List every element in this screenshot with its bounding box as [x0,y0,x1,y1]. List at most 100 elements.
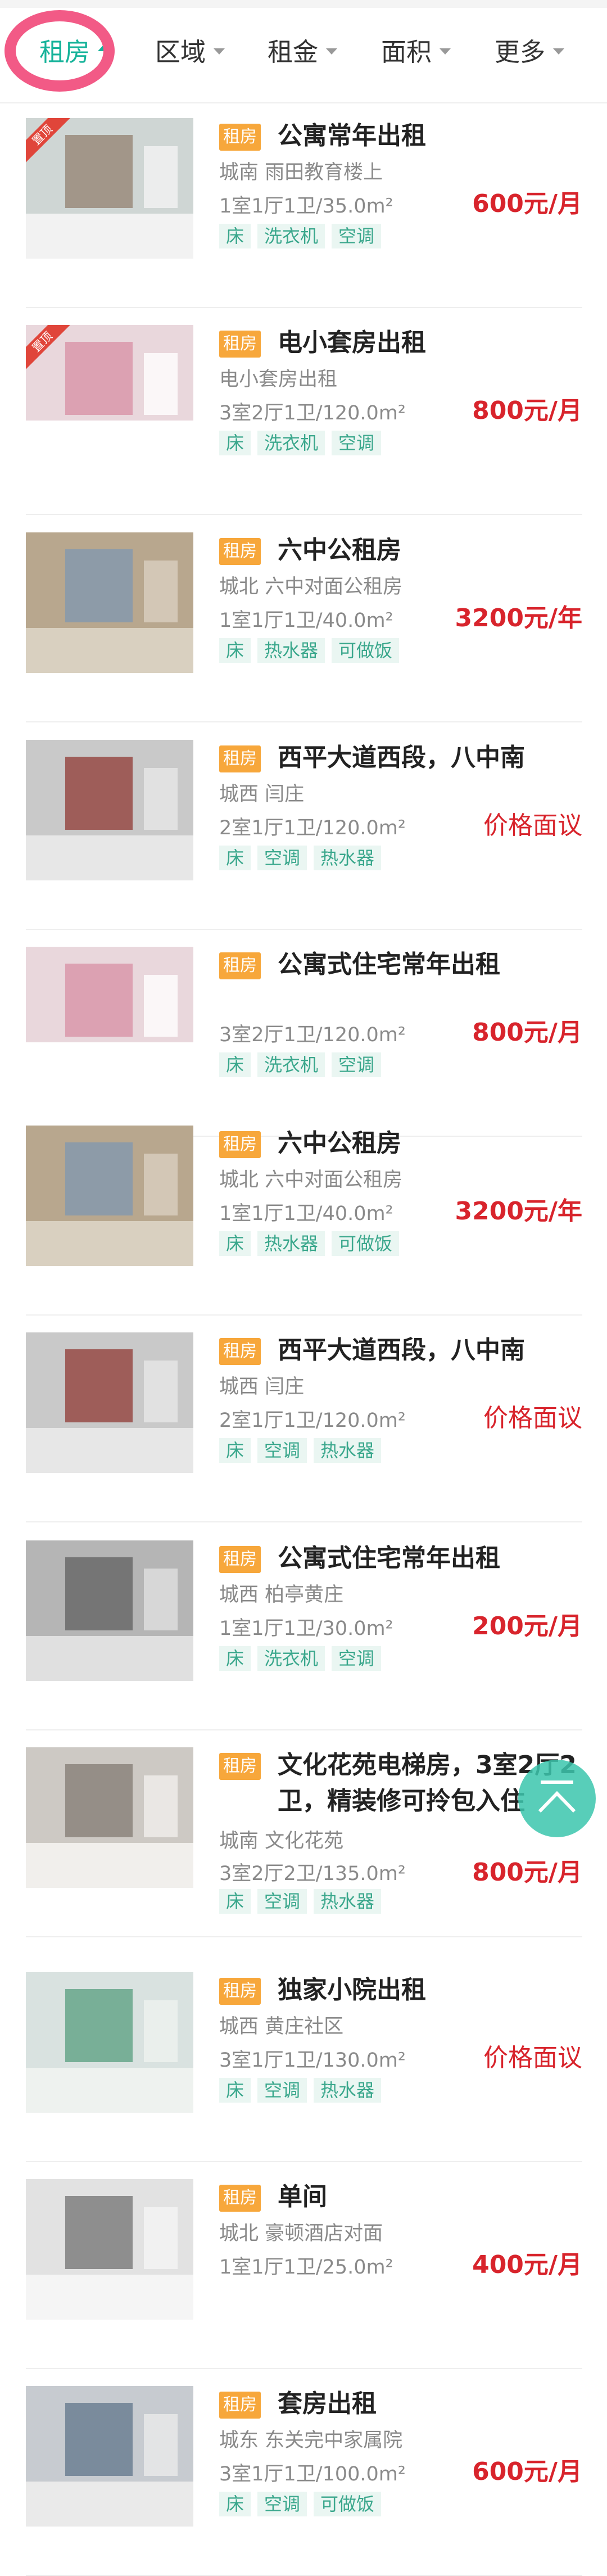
pinned-badge: 置顶 [26,325,76,376]
listing-spec: 1室1厅1卫/25.0m² [219,2256,393,2279]
listing-spec: 3室2厅1卫/120.0m² [219,402,406,424]
filter-price[interactable]: 租金 [268,33,338,67]
room-photo [26,532,193,673]
divider [26,1936,582,1937]
listing-photo[interactable] [26,2179,193,2320]
feature-tag: 床 [219,638,251,663]
feature-tag: 床 [219,1438,251,1463]
listing-title[interactable]: 公寓式住宅常年出租 [278,947,581,983]
listing-photo[interactable] [26,2386,193,2527]
listing-spec: 3室2厅1卫/120.0m² [219,1024,406,1046]
feature-tag: 热水器 [314,1889,382,1914]
listing-item[interactable]: 租房 套房出租 城东 东关完中家属院 3室1厅1卫/100.0m² 600元/月… [26,2369,582,2576]
listing-photo[interactable] [26,1747,193,1888]
listing-photo[interactable] [26,947,193,1087]
listing-title[interactable]: 六中公租房 [278,1126,581,1162]
rent-tag: 租房 [219,538,261,565]
feature-tags: 床热水器 可做饭 [219,1231,400,1256]
listing-item[interactable]: 租房 公寓式住宅常年出租 城西 柏亭黄庄 1室1厅1卫/30.0m² 200元/… [26,1524,582,1730]
listing-spec: 1室1厅1卫/30.0m² [219,1617,393,1640]
rent-tag: 租房 [219,1753,261,1780]
feature-tags: 床洗衣机 空调 [219,431,382,455]
feature-tag: 床 [219,1646,251,1671]
listing-title[interactable]: 六中公租房 [278,532,581,568]
feature-tag: 可做饭 [314,2492,382,2516]
filter-size[interactable]: 面积 [381,33,451,67]
filter-more[interactable]: 更多 [495,33,565,67]
feature-tag: 床 [219,1889,251,1914]
room-photo [26,1540,193,1681]
listing-photo[interactable] [26,1332,193,1473]
listing-photo[interactable] [26,740,193,880]
listing-item[interactable]: 租房 六中公租房 城北 六中对面公租房 1室1厅1卫/40.0m² 3200元/… [26,516,582,722]
listing-title[interactable]: 独家小院出租 [278,1972,581,2008]
listing-item[interactable]: 租房 文化花苑电梯房，3室2厅2卫，精装修可拎包入住 城南 文化花苑 3室2厅2… [26,1730,582,1937]
filter-area[interactable]: 区域 [155,33,225,67]
feature-tags: 床空调 热水器 [219,2078,382,2103]
listing-price: 800元/月 [472,396,582,425]
listing-photo[interactable] [26,1972,193,2113]
listing-price: 价格面议 [483,811,582,840]
pinned-badge: 置顶 [26,118,76,169]
listing-spec: 1室1厅1卫/40.0m² [219,609,393,632]
caret-down-icon [553,48,565,55]
listing-price: 600元/月 [472,2457,582,2486]
listing-item[interactable]: 置顶 租房 公寓常年出租 城南 雨田教育楼上 1室1厅1卫/35.0m² 600… [26,101,582,308]
listing-location: 城西 柏亭黄庄 [219,1584,344,1606]
feature-tag: 床 [219,2078,251,2103]
divider [26,514,582,515]
caret-down-icon [214,48,225,55]
feature-tag: 洗衣机 [257,1646,325,1671]
listing-item[interactable]: 租房 独家小院出租 城西 黄庄社区 3室1厅1卫/130.0m² 价格面议 床空… [26,1955,582,2162]
listing-photo[interactable] [26,1126,193,1266]
filter-bar: 租房 区域 租金 面积 更多 [0,0,607,103]
listing-item[interactable]: 租房 西平大道西段，八中南 城西 闫庄 2室1厅1卫/120.0m² 价格面议 … [26,723,582,930]
listing-title[interactable]: 公寓式住宅常年出租 [278,1540,581,1576]
listing-item[interactable]: 租房 西平大道西段，八中南 城西 闫庄 2室1厅1卫/120.0m² 价格面议 … [26,1316,582,1522]
feature-tag: 热水器 [314,846,382,870]
listing-location: 城北 六中对面公租房 [219,1169,403,1191]
listing-title[interactable]: 西平大道西段，八中南 [278,1332,581,1368]
rent-tag: 租房 [219,1546,261,1573]
room-photo [26,947,193,1087]
feature-tag: 可做饭 [332,1231,400,1256]
feature-tags: 床洗衣机 空调 [219,1052,382,1077]
feature-tag: 床 [219,431,251,455]
listing-title[interactable]: 西平大道西段，八中南 [278,740,581,776]
listing-photo[interactable] [26,532,193,673]
listing-price: 400元/月 [472,2250,582,2279]
feature-tag: 热水器 [314,1438,382,1463]
listing-price: 600元/月 [472,189,582,218]
listing-photo[interactable] [26,1540,193,1681]
listing-location: 城西 闫庄 [219,783,305,806]
room-photo [26,740,193,880]
feature-tag: 可做饭 [332,638,400,663]
listing-title[interactable]: 单间 [278,2179,581,2215]
listing-spec: 1室1厅1卫/40.0m² [219,1203,393,1225]
rent-tag: 租房 [219,2185,261,2212]
listing-item[interactable]: 租房 公寓式住宅常年出租 3室2厅1卫/120.0m² 800元/月 床洗衣机空… [26,930,582,1137]
listing-spec: 3室1厅1卫/130.0m² [219,2049,406,2072]
listing-location: 城北 六中对面公租房 [219,576,403,598]
feature-tags: 床空调 热水器 [219,1438,382,1463]
listing-price: 价格面议 [483,2044,582,2072]
listing-title[interactable]: 套房出租 [278,2386,581,2422]
listing-item[interactable]: 租房 六中公租房 城北 六中对面公租房 1室1厅1卫/40.0m² 3200元/… [26,1109,582,1316]
listing-price: 200元/月 [472,1612,582,1640]
highlight-circle [4,10,115,92]
room-photo [26,2179,193,2320]
feature-tag: 空调 [257,846,307,870]
listing-item[interactable]: 租房 单间 城北 豪顿酒店对面 1室1厅1卫/25.0m² 400元/月 [26,2162,582,2369]
rent-tag: 租房 [219,1338,261,1365]
feature-tags: 床洗衣机 空调 [219,1646,382,1671]
listing-item[interactable]: 置顶 租房 电小套房出租 电小套房出租 3室2厅1卫/120.0m² 800元/… [26,308,582,515]
feature-tag: 床 [219,846,251,870]
back-to-top-button[interactable] [518,1760,596,1837]
rent-tag: 租房 [219,745,261,772]
feature-tag: 空调 [332,1052,382,1077]
feature-tag: 洗衣机 [257,224,325,248]
listing-title[interactable]: 公寓常年出租 [278,118,581,154]
listing-title[interactable]: 电小套房出租 [278,325,581,361]
listing-location: 电小套房出租 [219,368,338,391]
rent-tag: 租房 [219,1978,261,2005]
